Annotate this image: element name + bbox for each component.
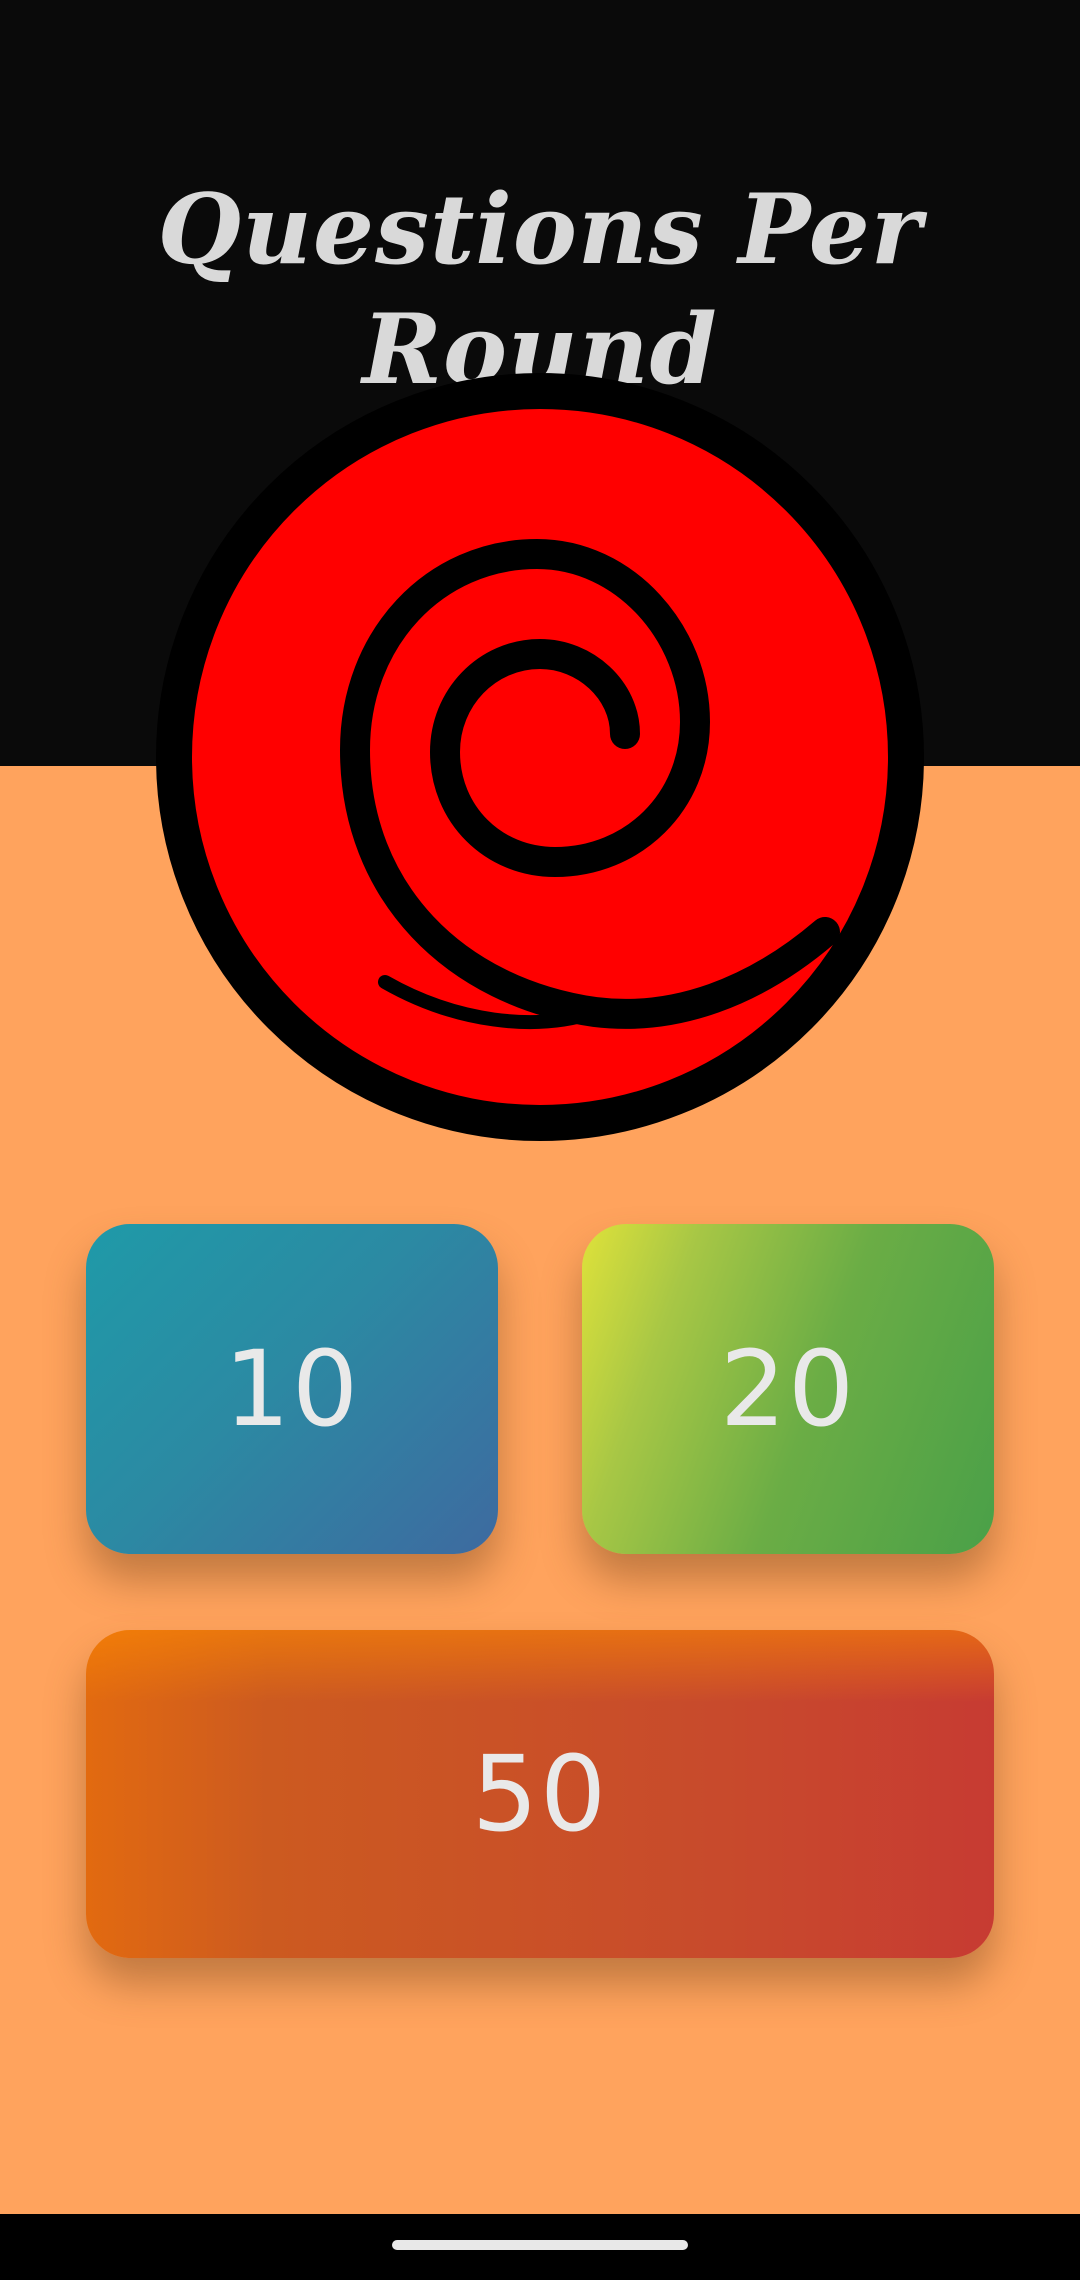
option-20-button[interactable]: 20 xyxy=(582,1224,994,1554)
home-indicator[interactable] xyxy=(392,2240,688,2250)
option-10-button[interactable]: 10 xyxy=(86,1224,498,1554)
option-50-button[interactable]: 50 xyxy=(86,1630,994,1958)
spiral-icon xyxy=(156,373,924,1141)
